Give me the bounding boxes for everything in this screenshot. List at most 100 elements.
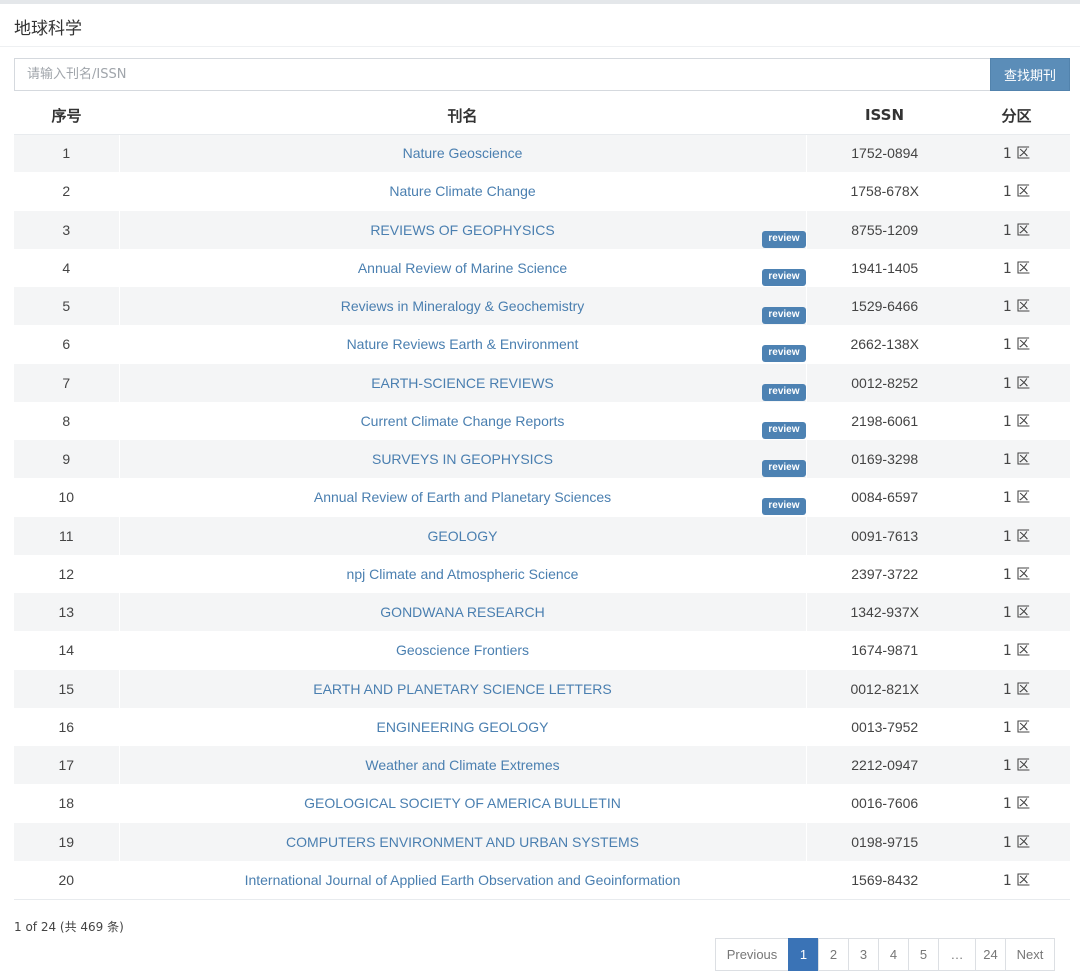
zone-cell: 1 区	[963, 248, 1070, 287]
review-badge: review	[762, 345, 806, 363]
page-ellipsis: …	[938, 938, 976, 971]
journal-name-cell: Reviews in Mineralogy & Geochemistry revi…	[118, 287, 807, 326]
review-badge: review	[762, 383, 806, 401]
table-row: 17 Weather and Climate Extremes 2212-0947 1…	[14, 746, 1070, 785]
table-row: 16 ENGINEERING GEOLOGY 0013-7952 1 区	[14, 707, 1070, 746]
journal-name-cell: Current Climate Change Reports review	[118, 401, 807, 440]
search-bar: 查找期刊	[14, 58, 1070, 91]
journal-name-cell: International Journal of Applied Earth O…	[118, 860, 807, 900]
zone-cell: 1 区	[963, 631, 1070, 670]
row-number: 10	[14, 478, 119, 517]
table-row: 19 COMPUTERS ENVIRONMENT AND URBAN SYSTEM…	[14, 822, 1070, 861]
zone-cell: 1 区	[963, 287, 1070, 326]
review-badge: review	[762, 498, 806, 516]
journal-link[interactable]: EARTH-SCIENCE REVIEWS	[371, 375, 554, 391]
table-row: 20 International Journal of Applied Earth…	[14, 860, 1070, 900]
journal-link[interactable]: Reviews in Mineralogy & Geochemistry	[341, 298, 585, 314]
journal-name-cell: ENGINEERING GEOLOGY	[118, 707, 807, 746]
search-input[interactable]	[14, 58, 990, 91]
table-row: 5 Reviews in Mineralogy & Geochemistry rev…	[14, 287, 1070, 326]
issn-cell: 0012-8252	[806, 363, 963, 402]
journal-link[interactable]: npj Climate and Atmospheric Science	[347, 566, 579, 582]
issn-cell: 2198-6061	[806, 401, 963, 440]
zone-cell: 1 区	[963, 134, 1070, 173]
zone-cell: 1 区	[963, 593, 1070, 632]
zone-cell: 1 区	[963, 440, 1070, 479]
journal-name-cell: GONDWANA RESEARCH	[118, 593, 807, 632]
zone-cell: 1 区	[963, 554, 1070, 593]
table-row: 12 npj Climate and Atmospheric Science 239…	[14, 554, 1070, 593]
row-number: 2	[14, 172, 119, 211]
zone-cell: 1 区	[963, 325, 1070, 364]
row-number: 18	[14, 784, 119, 823]
journal-name-cell: Geoscience Frontiers	[118, 631, 807, 670]
page-button-4[interactable]: 4	[878, 938, 909, 971]
row-number: 1	[14, 134, 119, 173]
journal-link[interactable]: COMPUTERS ENVIRONMENT AND URBAN SYSTEMS	[286, 834, 639, 850]
row-number: 9	[14, 440, 119, 479]
review-badge: review	[762, 421, 806, 439]
journal-link[interactable]: Current Climate Change Reports	[361, 413, 565, 429]
journal-link[interactable]: Annual Review of Earth and Planetary Sci…	[314, 489, 611, 505]
journal-link[interactable]: GONDWANA RESEARCH	[380, 604, 544, 620]
zone-cell: 1 区	[963, 860, 1070, 900]
table-row: 14 Geoscience Frontiers 1674-9871 1 区	[14, 631, 1070, 670]
table-row: 10 Annual Review of Earth and Planetary S…	[14, 478, 1070, 517]
page-button-5[interactable]: 5	[908, 938, 939, 971]
table-row: 2 Nature Climate Change 1758-678X 1 区	[14, 172, 1070, 211]
page-button-3[interactable]: 3	[848, 938, 879, 971]
journal-link[interactable]: GEOLOGICAL SOCIETY OF AMERICA BULLETIN	[304, 795, 621, 811]
pagination-info: 1 of 24 (共 469 条)	[14, 920, 124, 934]
next-page-button[interactable]: Next	[1005, 938, 1055, 971]
journal-link[interactable]: Nature Geoscience	[403, 145, 523, 161]
journal-link[interactable]: Geoscience Frontiers	[396, 642, 529, 658]
journal-name-cell: Nature Geoscience	[118, 134, 807, 173]
issn-cell: 1569-8432	[806, 860, 963, 900]
journal-name-cell: GEOLOGY	[118, 516, 807, 555]
journal-link[interactable]: ENGINEERING GEOLOGY	[377, 719, 549, 735]
journal-link[interactable]: Nature Climate Change	[389, 183, 535, 199]
table-row: 8 Current Climate Change Reports review 219…	[14, 401, 1070, 440]
journal-link[interactable]: GEOLOGY	[427, 528, 497, 544]
zone-cell: 1 区	[963, 746, 1070, 785]
journal-name-cell: Nature Reviews Earth & Environment review	[118, 325, 807, 364]
zone-cell: 1 区	[963, 401, 1070, 440]
table-row: 3 REVIEWS OF GEOPHYSICS review 8755-1209 1 区	[14, 210, 1070, 249]
table-header-row: 序号 刊名 ISSN 分区	[14, 97, 1070, 135]
journal-link[interactable]: Weather and Climate Extremes	[365, 757, 559, 773]
table-row: 11 GEOLOGY 0091-7613 1 区	[14, 516, 1070, 555]
column-header-issn: ISSN	[806, 97, 963, 135]
table-body: 1 Nature Geoscience 1752-0894 1 区 2 Nature Cl…	[14, 134, 1070, 900]
journal-link[interactable]: Annual Review of Marine Science	[358, 260, 567, 276]
issn-cell: 0012-821X	[806, 669, 963, 708]
journal-link[interactable]: SURVEYS IN GEOPHYSICS	[372, 451, 553, 467]
search-button[interactable]: 查找期刊	[990, 58, 1070, 91]
page-button-2[interactable]: 2	[818, 938, 849, 971]
zone-cell: 1 区	[963, 172, 1070, 211]
journal-name-cell: REVIEWS OF GEOPHYSICS review	[118, 210, 807, 249]
journal-name-cell: Annual Review of Earth and Planetary Sci…	[118, 478, 807, 517]
title-divider	[0, 46, 1080, 47]
journal-name-cell: EARTH-SCIENCE REVIEWS review	[118, 363, 807, 402]
journal-link[interactable]: International Journal of Applied Earth O…	[245, 872, 681, 888]
review-badge: review	[762, 230, 806, 248]
page-button-24[interactable]: 24	[975, 938, 1006, 971]
row-number: 7	[14, 363, 119, 402]
row-number: 14	[14, 631, 119, 670]
issn-cell: 2212-0947	[806, 746, 963, 785]
row-number: 17	[14, 746, 119, 785]
review-badge: review	[762, 268, 806, 286]
issn-cell: 0013-7952	[806, 707, 963, 746]
table-row: 1 Nature Geoscience 1752-0894 1 区	[14, 134, 1070, 173]
issn-cell: 1941-1405	[806, 248, 963, 287]
zone-cell: 1 区	[963, 822, 1070, 861]
journal-link[interactable]: REVIEWS OF GEOPHYSICS	[370, 222, 554, 238]
issn-cell: 0091-7613	[806, 516, 963, 555]
page-button-1[interactable]: 1	[788, 938, 819, 971]
table-row: 13 GONDWANA RESEARCH 1342-937X 1 区	[14, 593, 1070, 632]
zone-cell: 1 区	[963, 516, 1070, 555]
journal-link[interactable]: Nature Reviews Earth & Environment	[347, 336, 579, 352]
journal-link[interactable]: EARTH AND PLANETARY SCIENCE LETTERS	[313, 681, 612, 697]
row-number: 6	[14, 325, 119, 364]
previous-page-button[interactable]: Previous	[715, 938, 789, 971]
